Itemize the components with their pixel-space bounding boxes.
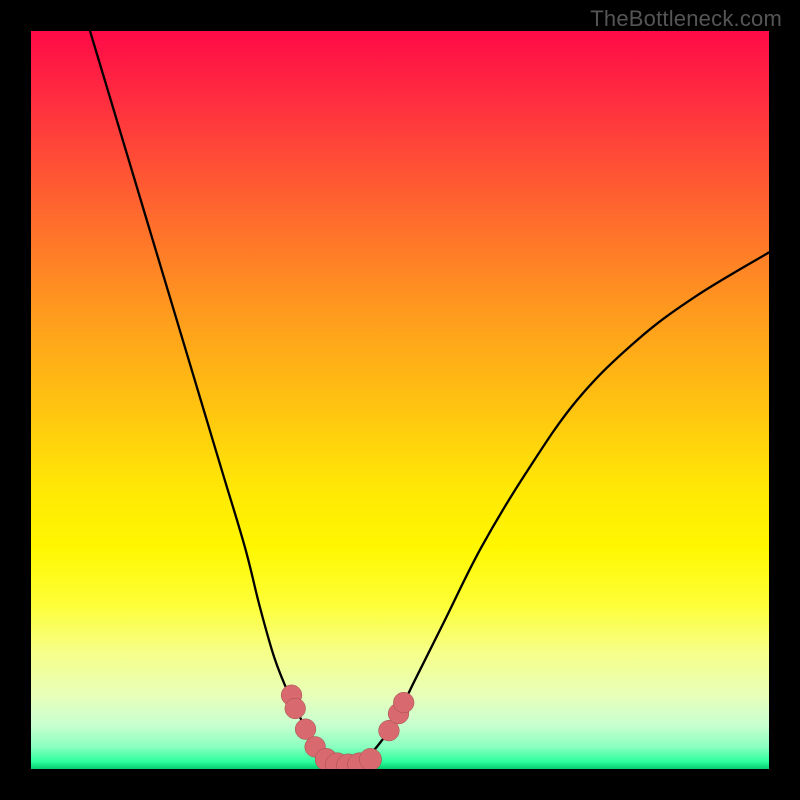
bottleneck-curve (90, 31, 769, 767)
data-marker (393, 692, 414, 713)
chart-frame: TheBottleneck.com (0, 0, 800, 800)
watermark-text: TheBottleneck.com (590, 6, 782, 32)
data-marker (285, 698, 306, 719)
curve-layer (90, 31, 769, 767)
data-marker (295, 719, 316, 740)
plot-area (31, 31, 769, 769)
chart-svg (31, 31, 769, 769)
data-marker (359, 748, 381, 769)
marker-layer (281, 685, 414, 769)
